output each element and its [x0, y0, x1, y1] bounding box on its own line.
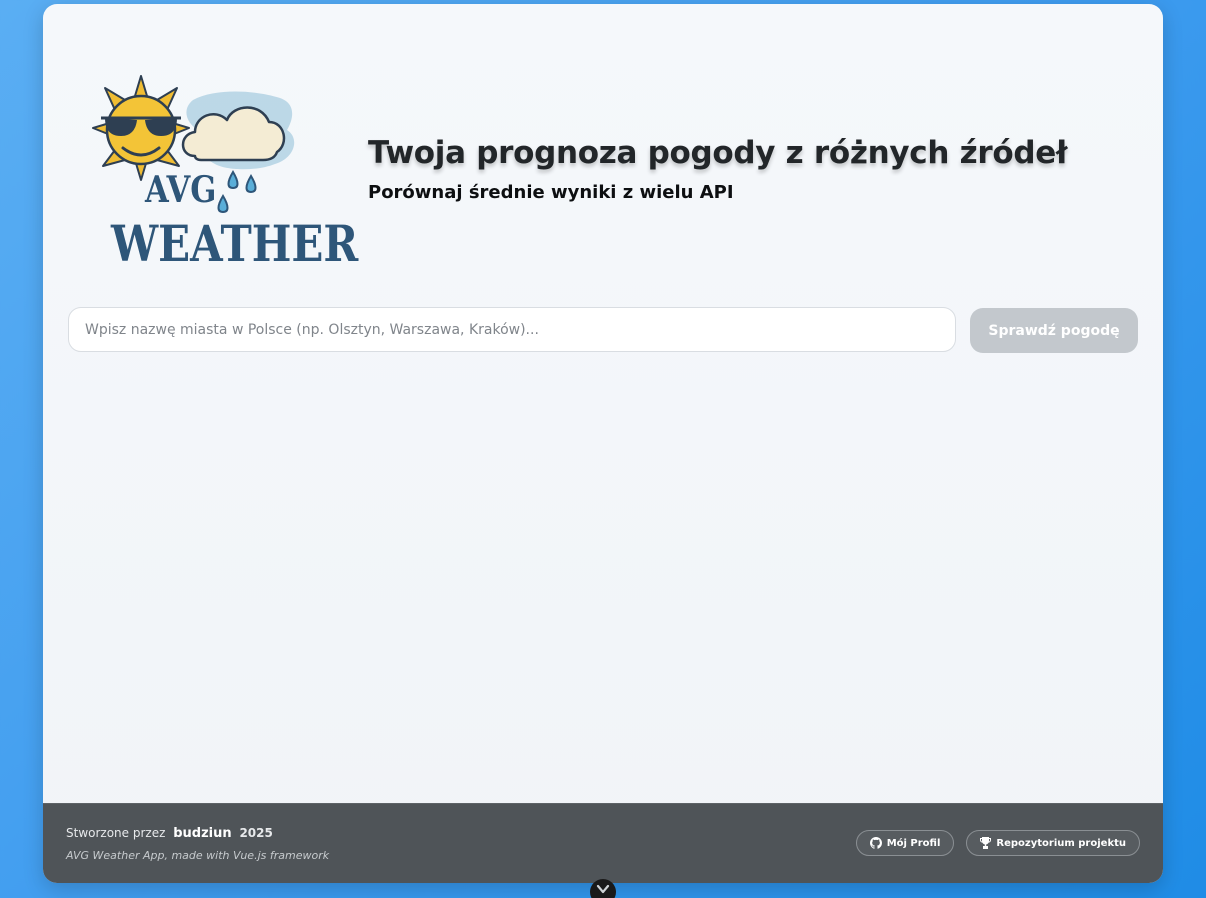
footer-links: Mój Profil Repozytorium projektu [855, 830, 1140, 856]
footer-tagline: AVG Weather App, made with Vue.js framew… [66, 849, 330, 862]
my-profile-label: Mój Profil [886, 837, 941, 849]
footer-year: 2025 [239, 826, 273, 840]
repository-label: Repozytorium projektu [996, 837, 1126, 849]
check-weather-button[interactable]: Sprawdź pogodę [970, 308, 1138, 353]
app-card: AVG WEATHER Twoja prognoza pogody z różn… [43, 4, 1163, 883]
logo-text-avg: AVG [145, 169, 217, 211]
author-name: budziun [173, 826, 232, 841]
footer-credits: Stworzone przez budziun 2025 [66, 826, 273, 841]
header: AVG WEATHER Twoja prognoza pogody z różn… [43, 4, 1163, 294]
chevron-down-icon [596, 879, 610, 898]
page-title: Twoja prognoza pogody z różnych źródeł [368, 135, 1068, 171]
trophy-icon [980, 837, 992, 849]
app-logo: AVG WEATHER [75, 68, 358, 273]
created-by-label: Stworzone przez [66, 826, 166, 840]
project-repository-link[interactable]: Repozytorium projektu [966, 830, 1140, 856]
footer: Stworzone przez budziun 2025 AVG Weather… [43, 803, 1163, 883]
city-search-input[interactable] [68, 307, 956, 352]
my-profile-link[interactable]: Mój Profil [855, 830, 955, 856]
logo-text-weather: WEATHER [111, 214, 359, 273]
page-subtitle: Porównaj średnie wyniki z wielu API [368, 182, 734, 203]
github-icon [869, 837, 882, 849]
scroll-down-button[interactable] [590, 879, 616, 898]
